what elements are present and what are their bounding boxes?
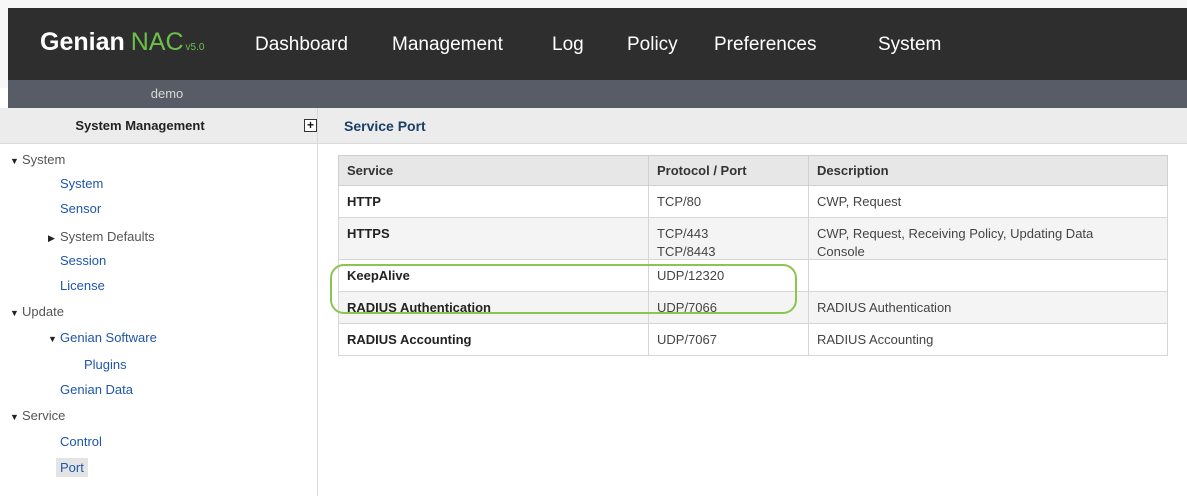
tree-group-system[interactable]: ▼ System bbox=[10, 152, 65, 167]
sidebar-item-control[interactable]: Control bbox=[60, 434, 102, 449]
table-row[interactable]: HTTP TCP/80 CWP, Request bbox=[338, 185, 1168, 218]
port-value: TCP/8443 bbox=[657, 244, 716, 259]
expand-all-button[interactable]: + bbox=[304, 119, 317, 132]
sidebar-item-session[interactable]: Session bbox=[60, 253, 106, 268]
tree-group-service[interactable]: ▼ Service bbox=[10, 408, 65, 423]
tree-group-genian-software[interactable]: ▼ Genian Software bbox=[48, 330, 157, 345]
cell-service: RADIUS Authentication bbox=[338, 291, 649, 324]
port-value: UDP/12320 bbox=[657, 268, 725, 283]
logo-version-text: v5.0 bbox=[185, 42, 205, 53]
logo-main-text: Genian bbox=[40, 28, 125, 56]
header: Genian NAC v5.0 Dashboard Management Log… bbox=[0, 0, 1187, 108]
column-header-description[interactable]: Description bbox=[808, 155, 1168, 186]
description-value: RADIUS Accounting bbox=[817, 332, 934, 347]
nav-policy[interactable]: Policy bbox=[627, 34, 678, 56]
port-value: TCP/443 bbox=[657, 226, 709, 241]
caret-down-icon: ▼ bbox=[48, 334, 57, 344]
column-header-service[interactable]: Service bbox=[338, 155, 649, 186]
table-row[interactable]: RADIUS Authentication UDP/7066 RADIUS Au… bbox=[338, 291, 1168, 324]
sidebar-item-plugins[interactable]: Plugins bbox=[84, 357, 127, 372]
sidebar-item-system[interactable]: System bbox=[60, 176, 103, 191]
table-row[interactable]: KeepAlive UDP/12320 bbox=[338, 259, 1168, 292]
cell-service: HTTP bbox=[338, 185, 649, 218]
sidebar-item-genian-data[interactable]: Genian Data bbox=[60, 382, 133, 397]
cell-description: CWP, Request bbox=[808, 185, 1168, 218]
cell-description: RADIUS Authentication bbox=[808, 291, 1168, 324]
tree-group-system-defaults[interactable]: ▶ System Defaults bbox=[48, 229, 155, 244]
caret-right-icon: ▶ bbox=[48, 233, 55, 243]
current-user[interactable]: demo bbox=[8, 86, 326, 101]
tree-group-label: System Defaults bbox=[60, 229, 155, 244]
cell-port: UDP/7067 bbox=[648, 323, 809, 356]
cell-port: UDP/7066 bbox=[648, 291, 809, 324]
nav-log[interactable]: Log bbox=[552, 34, 584, 56]
nav-management[interactable]: Management bbox=[392, 34, 503, 56]
sidebar-header: System Management + bbox=[0, 108, 318, 144]
cell-port: TCP/443 TCP/8443 bbox=[648, 217, 809, 260]
description-value: RADIUS Authentication bbox=[817, 300, 952, 315]
content-header: Service Port bbox=[318, 108, 1187, 144]
caret-down-icon: ▼ bbox=[10, 156, 19, 166]
top-navigation-bar: Genian NAC v5.0 Dashboard Management Log… bbox=[8, 8, 1187, 88]
sidebar-item-license[interactable]: License bbox=[60, 278, 105, 293]
cell-service: HTTPS bbox=[338, 217, 649, 260]
description-value: CWP, Request, Receiving Policy, Updating… bbox=[817, 226, 1094, 241]
service-port-table: Service Protocol / Port Description HTTP… bbox=[338, 155, 1168, 356]
nav-dashboard[interactable]: Dashboard bbox=[255, 34, 348, 56]
table-row[interactable]: HTTPS TCP/443 TCP/8443 CWP, Request, Rec… bbox=[338, 217, 1168, 260]
port-value: TCP/80 bbox=[657, 194, 702, 209]
caret-down-icon: ▼ bbox=[10, 308, 19, 318]
page-title: Service Port bbox=[344, 118, 426, 134]
cell-description: CWP, Request, Receiving Policy, Updating… bbox=[808, 217, 1168, 260]
cell-service: KeepAlive bbox=[338, 259, 649, 292]
port-value: UDP/7066 bbox=[657, 300, 717, 315]
tree-group-update[interactable]: ▼ Update bbox=[10, 304, 64, 319]
column-header-protocol-port[interactable]: Protocol / Port bbox=[648, 155, 809, 186]
logo-product-text: NAC bbox=[130, 28, 184, 56]
cell-port: TCP/80 bbox=[648, 185, 809, 218]
sidebar-item-port[interactable]: Port bbox=[56, 458, 88, 477]
nav-preferences[interactable]: Preferences bbox=[714, 34, 816, 56]
description-value: CWP, Request bbox=[817, 194, 902, 209]
user-bar: demo bbox=[8, 80, 1187, 108]
table-header-row: Service Protocol / Port Description bbox=[338, 155, 1168, 186]
cell-service: RADIUS Accounting bbox=[338, 323, 649, 356]
tree-group-label: Genian Software bbox=[60, 330, 157, 345]
plus-icon: + bbox=[306, 118, 314, 132]
cell-description: RADIUS Accounting bbox=[808, 323, 1168, 356]
table-row[interactable]: RADIUS Accounting UDP/7067 RADIUS Accoun… bbox=[338, 323, 1168, 356]
cell-description bbox=[808, 259, 1168, 292]
caret-down-icon: ▼ bbox=[10, 412, 19, 422]
tree-group-label: System bbox=[22, 152, 66, 167]
sidebar-item-sensor[interactable]: Sensor bbox=[60, 201, 101, 216]
sidebar: System Management + ▼ System System Senso… bbox=[0, 108, 318, 496]
port-value: UDP/7067 bbox=[657, 332, 717, 347]
tree-group-label: Update bbox=[22, 304, 64, 319]
tree-group-label: Service bbox=[22, 408, 66, 423]
description-value: Console bbox=[817, 244, 865, 259]
app-logo[interactable]: Genian NAC v5.0 bbox=[40, 28, 204, 68]
sidebar-title: System Management bbox=[75, 118, 205, 133]
cell-port: UDP/12320 bbox=[648, 259, 809, 292]
nav-system[interactable]: System bbox=[878, 34, 941, 56]
